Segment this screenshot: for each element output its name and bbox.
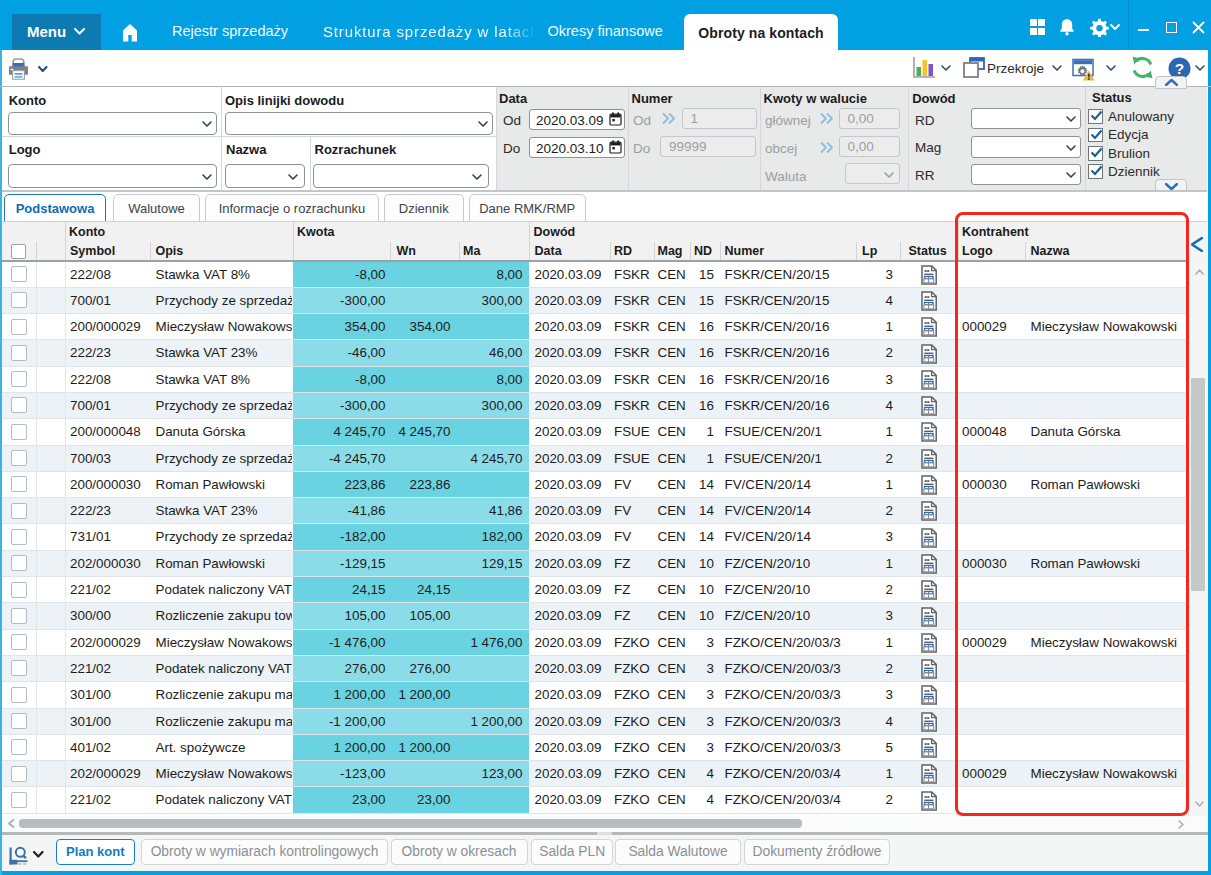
svg-text:?: ? <box>1174 60 1183 77</box>
